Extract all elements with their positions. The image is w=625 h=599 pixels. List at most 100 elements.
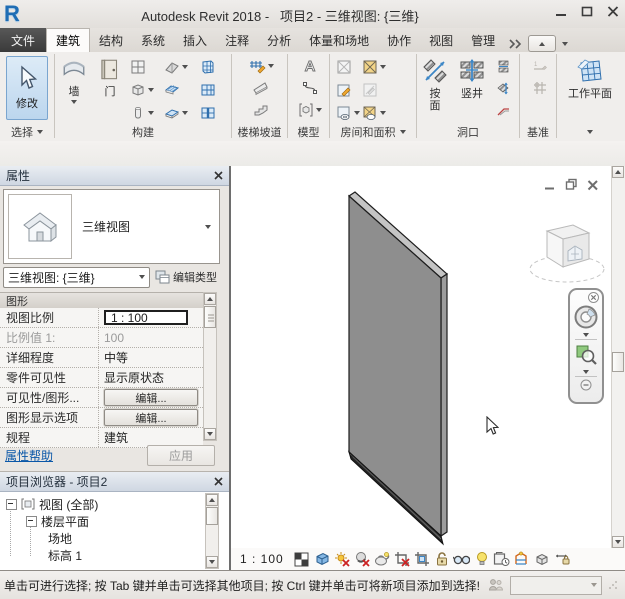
tab-overflow-icon[interactable] <box>508 39 522 49</box>
view-minimize-icon[interactable] <box>544 179 556 191</box>
show-crop-region-icon[interactable] <box>413 551 430 568</box>
view-scale-button[interactable]: 1 : 100 <box>240 552 290 566</box>
drawing-area[interactable]: 1 : 100 <box>229 166 625 570</box>
tag-room-button[interactable] <box>362 55 396 78</box>
properties-header[interactable]: 属性 <box>0 166 229 186</box>
workplane-button[interactable]: 工作平面 <box>559 55 621 100</box>
tab-massing-site[interactable]: 体量和场地 <box>300 29 378 52</box>
tree-item-floor-plans[interactable]: 楼层平面 <box>26 513 89 529</box>
property-row-view-scale[interactable]: 视图比例 1 : 100 <box>0 308 203 328</box>
ribbon-display-dropdown-icon[interactable] <box>562 42 568 46</box>
tag-room-disabled-button[interactable] <box>362 78 396 101</box>
shadows-off-icon[interactable] <box>353 551 370 568</box>
tab-annotate[interactable]: 注释 <box>216 29 258 52</box>
properties-scrollbar[interactable] <box>203 292 217 441</box>
room-separator-button[interactable] <box>336 78 362 101</box>
displacement-sets-icon[interactable] <box>533 551 550 568</box>
wall-button[interactable]: 墙 <box>55 55 93 104</box>
panel-label-build[interactable]: 构建 <box>55 124 231 140</box>
navbar-options-icon[interactable] <box>580 379 592 391</box>
level-button-disabled[interactable]: 1 <box>529 55 548 77</box>
ribbon-display-toggle[interactable] <box>528 35 556 52</box>
panel-label-workplane[interactable] <box>557 124 623 140</box>
panel-label-model[interactable]: 模型 <box>288 124 329 140</box>
tab-manage[interactable]: 管理 <box>462 29 504 52</box>
tab-collaborate[interactable]: 协作 <box>378 29 420 52</box>
close-window-icon[interactable] <box>607 5 619 17</box>
tree-item-level-1[interactable]: 标高 1 <box>48 547 82 563</box>
panel-label-datum[interactable]: 基准 <box>520 124 556 140</box>
panel-label-stairs[interactable]: 楼梯坡道 <box>232 124 287 140</box>
apply-button[interactable]: 应用 <box>147 445 215 466</box>
collapse-floor-plans-icon[interactable] <box>26 516 37 527</box>
close-properties-icon[interactable] <box>214 171 223 180</box>
view-scale-value[interactable]: 1 : 100 <box>104 310 188 325</box>
ramp-button[interactable] <box>249 77 270 99</box>
tab-view[interactable]: 视图 <box>420 29 462 52</box>
viewcube[interactable] <box>527 211 613 289</box>
shaft-button[interactable]: 竖井 <box>453 55 491 100</box>
panel-label-select[interactable]: 选择 <box>0 124 54 140</box>
type-selector[interactable]: 三维视图 <box>3 189 220 264</box>
properties-help-link[interactable]: 属性帮助 <box>5 447 147 464</box>
steering-wheel-icon[interactable] <box>573 304 599 330</box>
model-line-button[interactable] <box>299 77 318 99</box>
tab-analyze[interactable]: 分析 <box>258 29 300 52</box>
dormer-button[interactable] <box>493 99 511 121</box>
tab-structure[interactable]: 结构 <box>90 29 132 52</box>
type-selector-dropdown-icon[interactable] <box>205 225 211 229</box>
design-options-select[interactable] <box>510 576 602 595</box>
instance-selector[interactable]: 三维视图: {三维} <box>3 267 150 288</box>
window-button[interactable] <box>130 55 164 78</box>
analytical-model-icon[interactable] <box>513 551 530 568</box>
tag-area-button[interactable] <box>362 101 396 124</box>
maximize-window-icon[interactable] <box>581 5 593 17</box>
view-restore-icon[interactable] <box>565 178 578 191</box>
minimize-window-icon[interactable] <box>555 5 567 17</box>
modify-button[interactable]: 修改 <box>6 56 48 120</box>
temporary-view-properties-icon[interactable] <box>493 551 510 568</box>
project-browser-header[interactable]: 项目浏览器 - 项目2 <box>0 472 229 492</box>
door-button[interactable]: 门 <box>93 55 127 98</box>
navbar-close-icon[interactable] <box>588 292 599 303</box>
zoom-options-dropdown-icon[interactable] <box>583 370 589 374</box>
ceiling-button[interactable] <box>164 78 200 101</box>
room-button[interactable] <box>336 55 362 78</box>
grid-button-disabled[interactable] <box>529 77 548 99</box>
collapse-views-icon[interactable] <box>6 499 17 510</box>
component-button[interactable] <box>130 78 164 101</box>
opening-by-face-button[interactable]: 按面 <box>417 55 453 112</box>
edit-type-button[interactable]: 编辑类型 <box>155 269 217 285</box>
temporary-hide-isolate-icon[interactable] <box>453 551 470 568</box>
tab-systems[interactable]: 系统 <box>132 29 174 52</box>
tab-file[interactable]: 文件 <box>0 28 46 52</box>
canvas-scrollbar[interactable] <box>611 166 625 548</box>
reveal-constraints-icon[interactable] <box>553 551 570 568</box>
tab-insert[interactable]: 插入 <box>174 29 216 52</box>
project-browser-scrollbar[interactable] <box>205 493 219 569</box>
tree-item-views[interactable]: 视图 (全部) <box>6 496 98 512</box>
wheel-options-dropdown-icon[interactable] <box>583 333 589 337</box>
railing-button[interactable] <box>245 55 274 77</box>
area-button[interactable] <box>336 101 362 124</box>
rendering-dialog-icon[interactable] <box>373 551 390 568</box>
sun-path-off-icon[interactable] <box>333 551 350 568</box>
zoom-tool-icon[interactable] <box>574 342 598 366</box>
lock-3d-view-icon[interactable] <box>433 551 450 568</box>
column-button[interactable] <box>130 101 164 124</box>
vertical-opening-button[interactable] <box>493 77 511 99</box>
graphics-section-header[interactable]: 图形 <box>0 292 215 309</box>
model-group-button[interactable] <box>295 99 322 121</box>
mullion-button[interactable] <box>200 101 230 124</box>
tree-item-site[interactable]: 场地 <box>48 530 72 546</box>
model-text-button[interactable] <box>299 55 318 77</box>
detail-level-icon[interactable] <box>293 551 310 568</box>
reveal-hidden-elements-icon[interactable] <box>473 551 490 568</box>
wall-3d-element[interactable] <box>337 188 462 553</box>
visibility-graphics-edit-button[interactable]: 编辑... <box>104 389 198 406</box>
close-project-browser-icon[interactable] <box>214 477 223 486</box>
navigation-bar[interactable] <box>568 288 604 404</box>
roof-button[interactable] <box>164 55 200 78</box>
property-row-detail-level[interactable]: 详细程度 中等 <box>0 348 203 368</box>
curtain-grid-button[interactable] <box>200 78 230 101</box>
